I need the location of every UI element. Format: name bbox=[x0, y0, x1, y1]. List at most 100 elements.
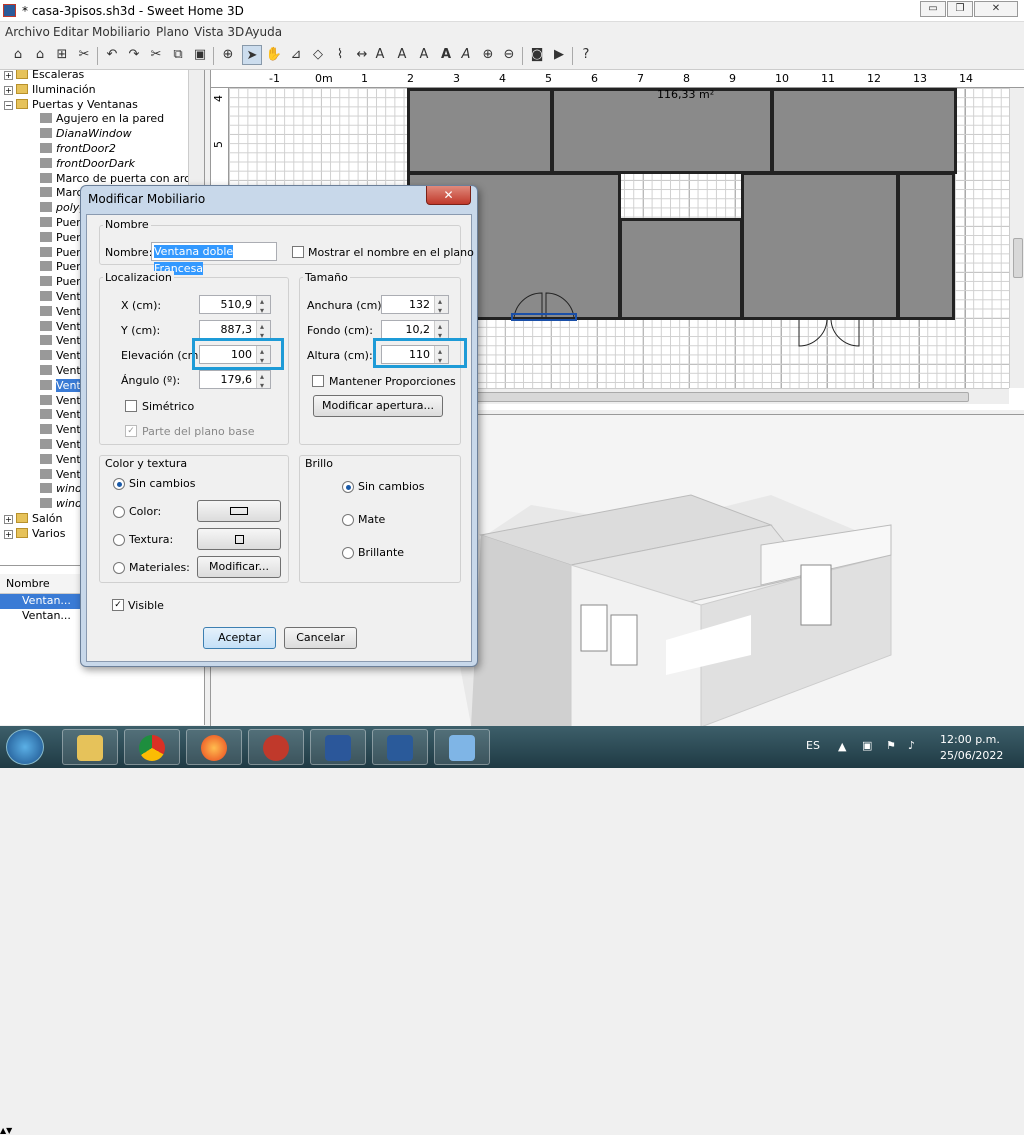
width-spinner[interactable] bbox=[434, 293, 448, 319]
tree-folder[interactable]: + Varios bbox=[4, 527, 65, 542]
start-button[interactable] bbox=[6, 729, 44, 765]
tree-item[interactable]: Puer bbox=[40, 260, 81, 275]
tree-folder[interactable]: + Salón bbox=[4, 512, 62, 527]
cancel-button[interactable]: Cancelar bbox=[284, 627, 357, 649]
shine-no-change-radio[interactable] bbox=[342, 481, 354, 493]
network-icon[interactable]: ▣ bbox=[862, 739, 872, 752]
help-icon[interactable]: ? bbox=[576, 45, 596, 65]
close-window-button[interactable]: ✕ bbox=[974, 1, 1018, 17]
tree-folder[interactable]: − Puertas y Ventanas bbox=[4, 98, 138, 113]
action-center-icon[interactable]: ⚑ bbox=[886, 739, 896, 752]
width-input[interactable]: 132 bbox=[381, 293, 449, 319]
copy-icon[interactable]: ⧉ bbox=[168, 45, 188, 65]
create-polylines-icon[interactable]: ⌇ bbox=[330, 45, 350, 65]
add-furniture-icon[interactable]: ⊕ bbox=[218, 45, 238, 65]
create-labels-icon[interactable]: A bbox=[370, 45, 390, 65]
paste-icon[interactable]: ▣ bbox=[190, 45, 210, 65]
tree-folder[interactable]: + Escaleras bbox=[4, 70, 84, 83]
tree-item[interactable]: wind bbox=[40, 497, 82, 512]
y-spinner[interactable] bbox=[256, 318, 270, 344]
materials-radio[interactable] bbox=[113, 562, 125, 574]
volume-icon[interactable]: ♪ bbox=[908, 739, 915, 752]
tree-item[interactable]: Puer bbox=[40, 231, 81, 246]
splitter-arrows[interactable]: ▲▼ bbox=[0, 1126, 80, 1135]
modify-opening-button[interactable]: Modificar apertura... bbox=[313, 395, 443, 417]
new-home-icon[interactable]: ⌂ bbox=[8, 45, 28, 65]
materials-modify-button[interactable]: Modificar... bbox=[197, 556, 281, 578]
clock-time[interactable]: 12:00 p.m. bbox=[940, 733, 1000, 746]
show-name-checkbox[interactable] bbox=[292, 246, 304, 258]
select-icon[interactable]: ➤ bbox=[242, 45, 262, 65]
menu-vista3d[interactable]: Vista 3D bbox=[194, 25, 244, 39]
cut-icon[interactable]: ✂ bbox=[146, 45, 166, 65]
menu-archivo[interactable]: Archivo bbox=[5, 25, 50, 39]
depth-spinner[interactable] bbox=[434, 318, 448, 344]
taskbar-chrome[interactable] bbox=[124, 729, 180, 765]
tree-item[interactable]: Puer bbox=[40, 275, 81, 290]
maximize-button[interactable]: ❐ bbox=[947, 1, 973, 17]
expand-icon[interactable]: + bbox=[4, 515, 13, 524]
color-no-change-radio[interactable] bbox=[113, 478, 125, 490]
x-spinner[interactable] bbox=[256, 293, 270, 319]
taskbar-explorer[interactable] bbox=[62, 729, 118, 765]
undo-icon[interactable]: ↶ bbox=[102, 45, 122, 65]
language-indicator[interactable]: ES bbox=[806, 739, 820, 752]
preferences-icon[interactable]: ✂ bbox=[74, 45, 94, 65]
taskbar-sweethome3d[interactable] bbox=[372, 729, 428, 765]
name-input[interactable]: Ventana doble Francesa bbox=[151, 242, 277, 275]
shine-glossy-radio[interactable] bbox=[342, 547, 354, 559]
tree-item[interactable]: wind bbox=[40, 482, 82, 497]
taskbar-paint[interactable] bbox=[434, 729, 490, 765]
video-icon[interactable]: ▶ bbox=[549, 45, 569, 65]
tree-item[interactable]: frontDoor2 bbox=[40, 142, 116, 157]
tree-item[interactable]: Puer bbox=[40, 216, 81, 231]
dialog-close-button[interactable]: ✕ bbox=[426, 186, 471, 205]
tree-item[interactable]: DianaWindow bbox=[40, 127, 132, 142]
zoom-out-icon[interactable]: ⊖ bbox=[499, 45, 519, 65]
tree-item[interactable]: Puer bbox=[40, 246, 81, 261]
bold-text-icon[interactable]: A bbox=[436, 45, 456, 65]
menu-plano[interactable]: Plano bbox=[156, 25, 189, 39]
taskbar-app[interactable] bbox=[248, 729, 304, 765]
visible-checkbox[interactable]: ✓ bbox=[112, 599, 124, 611]
expand-icon[interactable]: + bbox=[4, 529, 13, 539]
plan-vertical-scrollbar[interactable] bbox=[1009, 88, 1024, 388]
italic-text-icon[interactable]: A bbox=[456, 45, 476, 65]
angle-input[interactable]: 179,6 bbox=[199, 368, 271, 394]
tree-item[interactable]: Agujero en la pared bbox=[40, 112, 164, 127]
increase-text-icon[interactable]: A bbox=[392, 45, 412, 65]
clock-date[interactable]: 25/06/2022 bbox=[940, 749, 1003, 762]
menu-editar[interactable]: Editar bbox=[53, 25, 89, 39]
tree-item[interactable]: frontDoorDark bbox=[40, 157, 135, 172]
create-walls-icon[interactable]: ⊿ bbox=[286, 45, 306, 65]
menu-mobiliario[interactable]: Mobiliario bbox=[92, 25, 150, 39]
shine-matt-radio[interactable] bbox=[342, 514, 354, 526]
taskbar-firefox[interactable] bbox=[186, 729, 242, 765]
pan-icon[interactable]: ✋ bbox=[264, 45, 284, 65]
create-dimensions-icon[interactable]: ↔ bbox=[352, 45, 372, 65]
mirror-checkbox[interactable] bbox=[125, 400, 137, 412]
zoom-in-icon[interactable]: ⊕ bbox=[478, 45, 498, 65]
minimize-button[interactable]: ▭ bbox=[920, 1, 946, 17]
menu-ayuda[interactable]: Ayuda bbox=[245, 25, 282, 39]
x-input[interactable]: 510,9 bbox=[199, 293, 271, 319]
tree-item[interactable]: Marc bbox=[40, 186, 83, 201]
color-radio[interactable] bbox=[113, 506, 125, 518]
create-rooms-icon[interactable]: ◇ bbox=[308, 45, 328, 65]
open-icon[interactable]: ⌂ bbox=[30, 45, 50, 65]
expand-icon[interactable]: + bbox=[4, 85, 13, 95]
tray-arrow-icon[interactable]: ▲ bbox=[838, 740, 846, 753]
tree-folder[interactable]: + Iluminación bbox=[4, 83, 96, 98]
expand-icon[interactable]: + bbox=[4, 71, 13, 80]
photo-icon[interactable]: ◙ bbox=[527, 45, 547, 65]
color-button[interactable] bbox=[197, 500, 281, 522]
y-input[interactable]: 887,3 bbox=[199, 318, 271, 344]
angle-spinner[interactable] bbox=[256, 368, 270, 394]
texture-button[interactable] bbox=[197, 528, 281, 550]
decrease-text-icon[interactable]: A bbox=[414, 45, 434, 65]
collapse-icon[interactable]: − bbox=[4, 100, 13, 110]
depth-input[interactable]: 10,2 bbox=[381, 318, 449, 344]
taskbar-word[interactable] bbox=[310, 729, 366, 765]
ok-button[interactable]: Aceptar bbox=[203, 627, 276, 649]
texture-radio[interactable] bbox=[113, 534, 125, 546]
